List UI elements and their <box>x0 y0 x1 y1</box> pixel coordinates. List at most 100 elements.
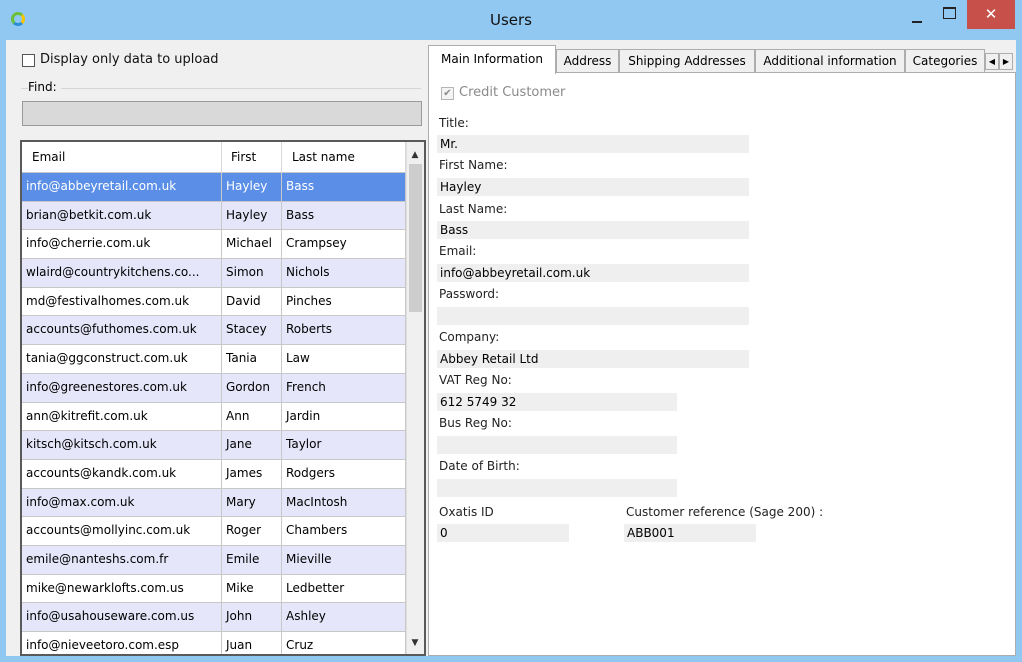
date-of-birth-field[interactable] <box>437 479 677 497</box>
tab-main-information[interactable]: Main Information <box>428 45 556 74</box>
last-name-cell[interactable]: Pinches <box>282 287 406 316</box>
first-name-cell[interactable]: Mike <box>222 574 282 603</box>
email-cell[interactable]: info@max.com.uk <box>22 488 222 517</box>
first-name-cell[interactable]: James <box>222 459 282 488</box>
email-cell[interactable]: kitsch@kitsch.com.uk <box>22 431 222 459</box>
tab-additional-information[interactable]: Additional information <box>755 49 905 73</box>
table-row[interactable]: kitsch@kitsch.com.uk Jane Taylor <box>22 431 406 460</box>
first-name-field[interactable]: Hayley <box>437 178 749 196</box>
email-cell[interactable]: emile@nanteshs.com.fr <box>22 545 222 574</box>
scroll-thumb[interactable] <box>409 164 422 312</box>
table-row[interactable]: info@abbeyretail.com.uk Hayley Bass <box>22 173 406 202</box>
last-name-cell[interactable]: Cruz <box>282 632 406 654</box>
table-row[interactable]: info@usahouseware.com.us John Ashley <box>22 603 406 632</box>
email-cell[interactable]: brian@betkit.com.uk <box>22 201 222 230</box>
table-row[interactable]: info@nieveetoro.com.esp Juan Cruz <box>22 632 406 654</box>
first-name-cell[interactable]: Roger <box>222 517 282 545</box>
last-name-cell[interactable]: Rodgers <box>282 459 406 488</box>
email-field[interactable]: info@abbeyretail.com.uk <box>437 264 749 282</box>
tab-scroll-left-icon[interactable]: ◀ <box>985 53 999 70</box>
first-name-cell[interactable]: Mary <box>222 488 282 517</box>
grid-header: Email First Last name <box>22 142 406 173</box>
last-name-cell[interactable]: Ashley <box>282 603 406 631</box>
table-row[interactable]: md@festivalhomes.com.uk David Pinches <box>22 287 406 317</box>
tab-categories[interactable]: Categories <box>905 49 985 73</box>
first-name-cell[interactable]: Simon <box>222 259 282 287</box>
last-name-cell[interactable]: Jardin <box>282 402 406 431</box>
email-cell[interactable]: wlaird@countrykitchens.co... <box>22 259 222 287</box>
first-name-cell[interactable]: Ann <box>222 402 282 431</box>
tab-address[interactable]: Address <box>556 49 619 73</box>
first-name-cell[interactable]: John <box>222 603 282 631</box>
table-row[interactable]: info@greenestores.com.uk Gordon French <box>22 373 406 403</box>
display-only-checkbox[interactable] <box>22 54 35 67</box>
email-cell[interactable]: info@abbeyretail.com.uk <box>22 173 222 201</box>
table-row[interactable]: emile@nanteshs.com.fr Emile Mieville <box>22 545 406 575</box>
email-cell[interactable]: info@greenestores.com.uk <box>22 373 222 402</box>
email-cell[interactable]: mike@newarklofts.com.us <box>22 574 222 603</box>
last-name-cell[interactable]: Bass <box>282 201 406 230</box>
first-name-cell[interactable]: Gordon <box>222 373 282 402</box>
email-cell[interactable]: ann@kitrefit.com.uk <box>22 402 222 431</box>
first-name-cell[interactable]: Michael <box>222 230 282 259</box>
email-cell[interactable]: accounts@kandk.com.uk <box>22 459 222 488</box>
column-header-email[interactable]: Email <box>22 142 222 173</box>
company-field[interactable]: Abbey Retail Ltd <box>437 350 749 368</box>
last-name-cell[interactable]: Roberts <box>282 316 406 345</box>
maximize-button[interactable] <box>935 0 963 30</box>
close-button[interactable]: ✕ <box>967 0 1015 29</box>
last-name-cell[interactable]: MacIntosh <box>282 488 406 517</box>
credit-customer-checkbox[interactable]: ✔ <box>441 87 454 100</box>
first-name-cell[interactable]: Juan <box>222 632 282 654</box>
table-row[interactable]: accounts@futhomes.com.uk Stacey Roberts <box>22 316 406 346</box>
first-name-cell[interactable]: David <box>222 287 282 316</box>
title-field[interactable]: Mr. <box>437 135 749 153</box>
find-input[interactable] <box>22 101 422 126</box>
first-name-cell[interactable]: Hayley <box>222 201 282 230</box>
table-row[interactable]: accounts@mollyinc.com.uk Roger Chambers <box>22 517 406 546</box>
column-header-first[interactable]: First <box>222 142 282 173</box>
last-name-field[interactable]: Bass <box>437 221 749 239</box>
email-cell[interactable]: accounts@futhomes.com.uk <box>22 316 222 345</box>
last-name-cell[interactable]: Crampsey <box>282 230 406 259</box>
bus-reg-field[interactable] <box>437 436 677 454</box>
tab-shipping-addresses[interactable]: Shipping Addresses <box>619 49 755 73</box>
scroll-up-icon[interactable]: ▲ <box>410 150 420 160</box>
scroll-down-icon[interactable]: ▼ <box>410 638 420 648</box>
table-row[interactable]: info@cherrie.com.uk Michael Crampsey <box>22 230 406 260</box>
first-name-cell[interactable]: Jane <box>222 431 282 459</box>
tab-scroll-right-icon[interactable]: ▶ <box>999 53 1013 70</box>
last-name-cell[interactable]: Mieville <box>282 545 406 574</box>
email-cell[interactable]: md@festivalhomes.com.uk <box>22 287 222 316</box>
last-name-cell[interactable]: French <box>282 373 406 402</box>
last-name-cell[interactable]: Taylor <box>282 431 406 459</box>
customer-reference-field[interactable]: ABB001 <box>624 524 756 542</box>
email-cell[interactable]: info@usahouseware.com.us <box>22 603 222 631</box>
grid-vertical-scrollbar[interactable]: ▲ ▼ <box>406 142 424 654</box>
password-field[interactable] <box>437 307 749 325</box>
table-row[interactable]: accounts@kandk.com.uk James Rodgers <box>22 459 406 489</box>
email-cell[interactable]: tania@ggconstruct.com.uk <box>22 345 222 373</box>
first-name-cell[interactable]: Hayley <box>222 173 282 201</box>
last-name-cell[interactable]: Bass <box>282 173 406 201</box>
table-row[interactable]: wlaird@countrykitchens.co... Simon Nichols <box>22 259 406 288</box>
column-header-last-name[interactable]: Last name <box>282 142 406 173</box>
email-cell[interactable]: info@cherrie.com.uk <box>22 230 222 259</box>
first-name-cell[interactable]: Stacey <box>222 316 282 345</box>
table-row[interactable]: tania@ggconstruct.com.uk Tania Law <box>22 345 406 374</box>
email-cell[interactable]: accounts@mollyinc.com.uk <box>22 517 222 545</box>
last-name-cell[interactable]: Nichols <box>282 259 406 287</box>
table-row[interactable]: mike@newarklofts.com.us Mike Ledbetter <box>22 574 406 604</box>
last-name-cell[interactable]: Law <box>282 345 406 373</box>
table-row[interactable]: brian@betkit.com.uk Hayley Bass <box>22 201 406 231</box>
first-name-cell[interactable]: Tania <box>222 345 282 373</box>
first-name-cell[interactable]: Emile <box>222 545 282 574</box>
email-cell[interactable]: info@nieveetoro.com.esp <box>22 632 222 654</box>
last-name-cell[interactable]: Ledbetter <box>282 574 406 603</box>
minimize-button[interactable] <box>903 0 931 30</box>
table-row[interactable]: info@max.com.uk Mary MacIntosh <box>22 488 406 518</box>
last-name-cell[interactable]: Chambers <box>282 517 406 545</box>
oxatis-id-field[interactable]: 0 <box>437 524 569 542</box>
table-row[interactable]: ann@kitrefit.com.uk Ann Jardin <box>22 402 406 432</box>
vat-reg-field[interactable]: 612 5749 32 <box>437 393 677 411</box>
